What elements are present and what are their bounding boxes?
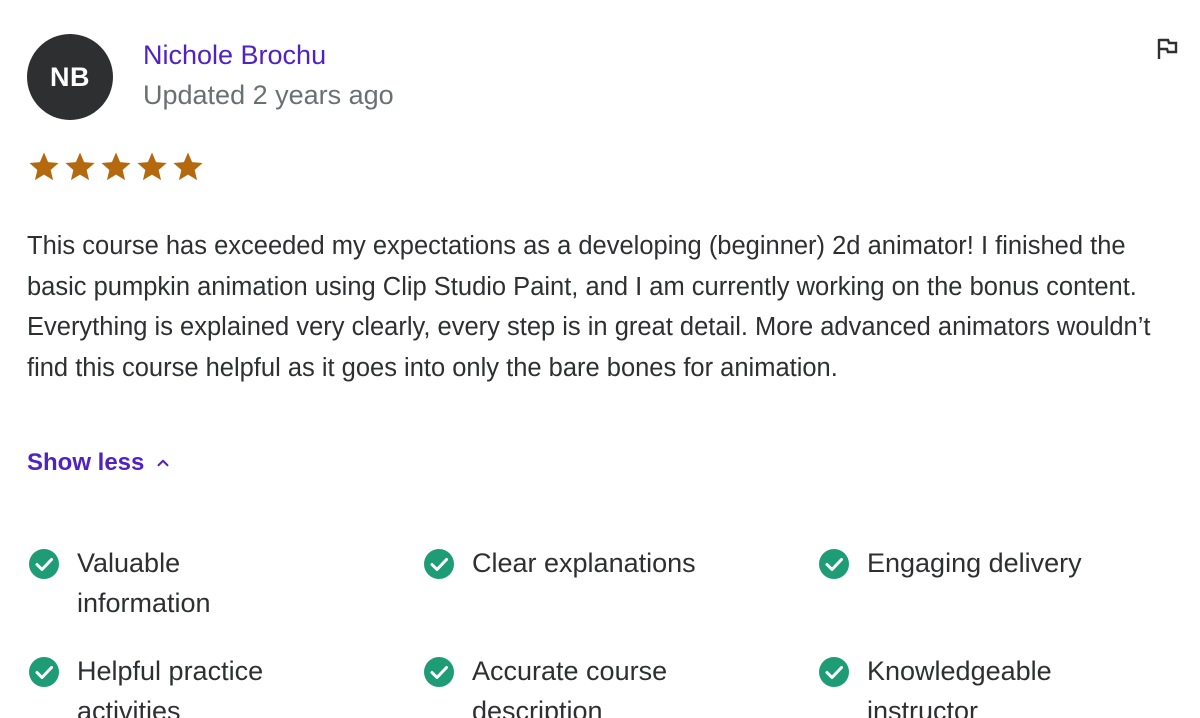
reviewer-name[interactable]: Nichole Brochu [143, 38, 326, 72]
review-tag-label: Valuable information [77, 548, 211, 618]
review-text: This course has exceeded my expectations… [27, 232, 1151, 382]
report-button[interactable] [1150, 34, 1184, 68]
star-icon [99, 150, 133, 184]
review-tag-label: Engaging delivery [867, 548, 1082, 578]
avatar: NB [27, 34, 113, 120]
check-circle-icon [817, 655, 851, 689]
review-tag: Clear explanations [422, 543, 817, 623]
review-tag-label: Accurate course description [472, 656, 668, 718]
review-tag: Engaging delivery [817, 543, 1197, 623]
review-tags: Valuable information Clear explanations … [27, 543, 1197, 718]
check-circle-icon [422, 547, 456, 581]
star-icon [63, 150, 97, 184]
star-icon [27, 150, 61, 184]
avatar-initials: NB [50, 61, 90, 92]
review-tag-label: Clear explanations [472, 548, 696, 578]
check-circle-icon [422, 655, 456, 689]
check-circle-icon [27, 547, 61, 581]
check-circle-icon [27, 655, 61, 689]
review-card: NB Nichole Brochu Updated 2 years ago Th… [0, 0, 1200, 718]
review-tag: Knowledgeable instructor [817, 651, 1197, 718]
check-circle-icon [817, 547, 851, 581]
review-tag-label: Helpful practice activities [77, 656, 264, 718]
review-tag-label: Knowledgeable instructor [867, 656, 1052, 718]
star-rating [27, 150, 205, 184]
star-icon [171, 150, 205, 184]
chevron-up-icon [154, 454, 172, 472]
show-less-button[interactable]: Show less [27, 447, 172, 479]
review-tag: Helpful practice activities [27, 651, 422, 718]
flag-icon[interactable] [1155, 37, 1179, 66]
review-updated-time: Updated 2 years ago [143, 80, 394, 110]
show-less-label: Show less [27, 449, 145, 476]
review-tag: Accurate course description [422, 651, 817, 718]
star-icon [135, 150, 169, 184]
review-tag: Valuable information [27, 543, 422, 623]
